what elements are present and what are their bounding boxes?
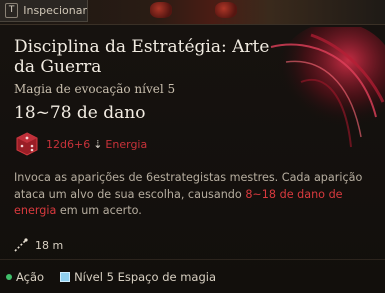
range-icon <box>14 238 28 252</box>
die-d6-icon <box>16 132 38 156</box>
damage-range: 18~78 de dano <box>14 103 146 123</box>
damage-dice: 12d6+6 <box>46 137 91 151</box>
inspect-label: Inspecionar <box>23 4 87 17</box>
description-text-end: em um acerto. <box>56 204 142 217</box>
inspect-button[interactable]: T Inspecionar <box>0 0 88 22</box>
map-marker-icon <box>215 2 237 18</box>
divider <box>0 259 385 260</box>
range-value: 18 m <box>35 238 64 252</box>
spell-slot-icon <box>60 272 71 282</box>
keyboard-key-icon: T <box>5 3 19 18</box>
range-row: 18 m <box>14 238 63 252</box>
arrow-down-icon: ⇣ <box>93 137 103 151</box>
action-dot-icon <box>6 274 12 280</box>
damage-type: Energia <box>105 137 148 151</box>
spell-school-level: Magia de evocação nível 5 <box>14 82 176 96</box>
spell-tooltip: Disciplina da Estratégia: Arte da Guerra… <box>0 24 385 293</box>
spell-slot-label: Nível 5 Espaço de magia <box>74 270 217 284</box>
spell-title: Disciplina da Estratégia: Arte da Guerra <box>14 37 270 77</box>
spell-description: Invoca as aparições de 6estrategistas me… <box>14 170 369 220</box>
damage-dice-row: 12d6+6 ⇣ Energia <box>14 131 147 157</box>
cost-footer: Ação Nível 5 Espaço de magia <box>6 270 216 284</box>
map-marker-icon <box>150 2 172 18</box>
action-cost-label: Ação <box>16 270 45 284</box>
